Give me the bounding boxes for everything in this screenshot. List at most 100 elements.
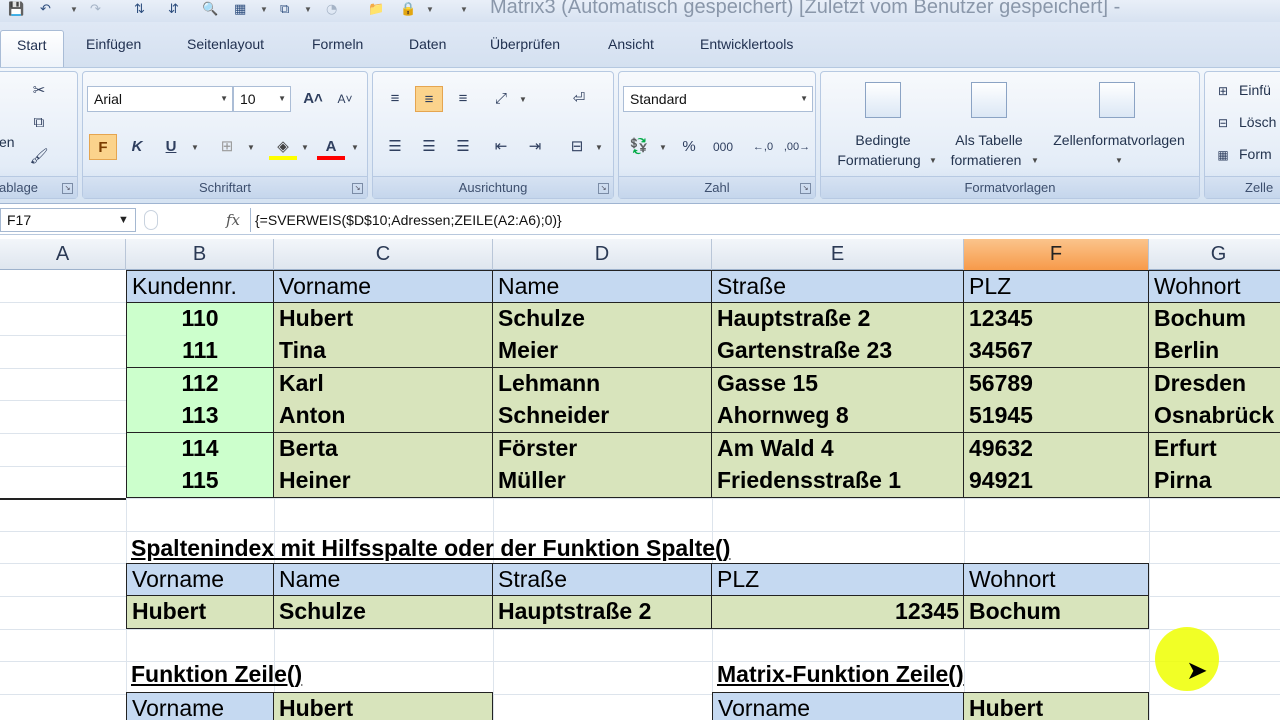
formula-bar-resize-handle[interactable] [144,210,158,230]
table-cell[interactable]: Hauptstraße 2 [712,303,964,336]
table-cell[interactable]: 113 [126,400,274,433]
arrange-icon[interactable]: ⧉ [280,1,289,19]
name-box-dropdown-icon[interactable]: ▼ [118,208,129,232]
table-cell[interactable]: 112 [126,368,274,401]
alignment-launcher-icon[interactable]: ↘ [598,183,609,194]
tab-start[interactable]: Start [0,30,64,68]
sort-descending-icon[interactable]: ⇵ [168,1,179,19]
column-header-g[interactable]: G [1149,239,1280,270]
table-cell[interactable]: Bochum [1149,303,1280,336]
table-cell[interactable]: Förster [493,433,712,466]
align-bottom-icon[interactable]: ≡ [449,86,477,112]
table-cell[interactable]: Gasse 15 [712,368,964,401]
table-header-cell[interactable]: Vorname [274,270,493,303]
formula-input[interactable]: {=SVERWEIS($D$10;Adressen;ZEILE(A2:A6);0… [250,208,1280,232]
chevron-down-icon[interactable]: ▼ [278,87,286,111]
table-header-cell[interactable]: PLZ [964,270,1149,303]
conditional-formatting-label-2[interactable]: Formatierung [829,150,929,170]
spalte-header-cell[interactable]: Name [274,563,493,596]
table-cell[interactable]: Pirna [1149,465,1280,498]
increase-indent-icon[interactable]: ⇥ [521,134,549,160]
table-cell[interactable]: 94921 [964,465,1149,498]
underline-button[interactable]: U [157,134,185,160]
print-preview-icon[interactable]: 🔍 [202,1,218,19]
table-icon[interactable]: ▦ [234,1,246,19]
column-header-f[interactable]: F [964,239,1149,270]
table-cell[interactable]: 115 [126,465,274,498]
cut-icon[interactable]: ✂ [25,78,53,104]
table-cell[interactable]: 12345 [964,303,1149,336]
font-color-dropdown-icon[interactable]: ▼ [351,143,359,152]
table-cell[interactable]: Karl [274,368,493,401]
column-header-c[interactable]: C [274,239,493,270]
table-header-cell[interactable]: Straße [712,270,964,303]
table-cell[interactable]: Heiner [274,465,493,498]
name-box[interactable]: F17 [0,208,136,232]
spalte-header-cell[interactable]: PLZ [712,563,964,596]
wrap-text-icon[interactable]: ⏎ [565,86,593,112]
format-as-table-label-1[interactable]: Als Tabelle [939,130,1039,150]
table-cell[interactable]: Tina [274,335,493,368]
spalte-value-cell[interactable]: Schulze [274,596,493,629]
format-painter-icon[interactable]: 🖌 [25,144,53,170]
customize-qat-icon[interactable]: ▼ [460,1,468,19]
cell-styles-dropdown-icon[interactable]: ▼ [1115,156,1123,165]
underline-dropdown-icon[interactable]: ▼ [191,143,199,152]
fill-color-dropdown-icon[interactable]: ▼ [301,143,309,152]
chevron-down-icon[interactable]: ▼ [220,87,228,111]
table-cell[interactable]: Gartenstraße 23 [712,335,964,368]
column-header-a[interactable]: A [0,239,126,270]
table-cell[interactable]: Erfurt [1149,433,1280,466]
format-as-table-label-2[interactable]: formatieren [939,150,1033,170]
delete-cells-label[interactable]: Lösch [1239,114,1276,130]
align-top-icon[interactable]: ≡ [381,86,409,112]
number-launcher-icon[interactable]: ↘ [800,183,811,194]
tab-einfuegen[interactable]: Einfügen [86,36,141,52]
table-header-cell[interactable]: Kundennr. [126,270,274,303]
table-cell[interactable]: Friedensstraße 1 [712,465,964,498]
table-header-cell[interactable]: Name [493,270,712,303]
chevron-down-icon[interactable]: ▼ [800,87,808,111]
align-right-icon[interactable]: ☰ [449,134,477,160]
decrease-indent-icon[interactable]: ⇤ [487,134,515,160]
format-as-table-dropdown-icon[interactable]: ▼ [1031,156,1039,165]
table-cell[interactable]: Schulze [493,303,712,336]
fx-icon[interactable]: fx [226,208,240,232]
spalte-value-cell[interactable]: 12345 [712,596,964,629]
undo-icon[interactable]: ↶ [40,1,51,19]
table-cell[interactable]: 34567 [964,335,1149,368]
tab-seitenlayout[interactable]: Seitenlayout [187,36,264,52]
table-cell[interactable]: Schneider [493,400,712,433]
worksheet-grid[interactable]: Kundennr. Vorname Name Straße PLZ Wohnort 110 H… [0,270,1280,720]
decrease-decimal-icon[interactable]: ,00→ [783,134,811,160]
conditional-formatting-label-1[interactable]: Bedingte [831,130,935,150]
table-cell[interactable]: Am Wald 4 [712,433,964,466]
conditional-formatting-icon[interactable] [865,82,901,118]
font-launcher-icon[interactable]: ↘ [352,183,363,194]
conditional-formatting-dropdown-icon[interactable]: ▼ [929,156,937,165]
cell-styles-icon[interactable] [1099,82,1135,118]
table-dropdown-icon[interactable]: ▼ [260,1,268,19]
currency-dropdown-icon[interactable]: ▼ [659,143,667,152]
merge-dropdown-icon[interactable]: ▼ [595,143,603,152]
folder-icon[interactable]: 📁 [368,1,384,19]
clipboard-launcher-icon[interactable]: ↘ [62,183,73,194]
orientation-dropdown-icon[interactable]: ▼ [519,95,527,104]
column-header-b[interactable]: B [126,239,274,270]
table-cell[interactable]: Lehmann [493,368,712,401]
table-cell[interactable]: Meier [493,335,712,368]
zeile-value-cell[interactable]: Hubert [274,692,493,720]
tab-ansicht[interactable]: Ansicht [608,36,654,52]
column-header-d[interactable]: D [493,239,712,270]
table-cell[interactable]: 56789 [964,368,1149,401]
table-cell[interactable]: 114 [126,433,274,466]
align-center-icon[interactable]: ☰ [415,134,443,160]
bold-button[interactable]: F [89,134,117,160]
spalte-header-cell[interactable]: Wohnort [964,563,1149,596]
table-cell[interactable]: 49632 [964,433,1149,466]
column-header-e[interactable]: E [712,239,964,270]
spalte-header-cell[interactable]: Vorname [126,563,274,596]
table-cell[interactable]: Anton [274,400,493,433]
table-cell[interactable]: Osnabrück [1149,400,1280,433]
number-format-combo[interactable]: Standard ▼ [623,86,813,112]
